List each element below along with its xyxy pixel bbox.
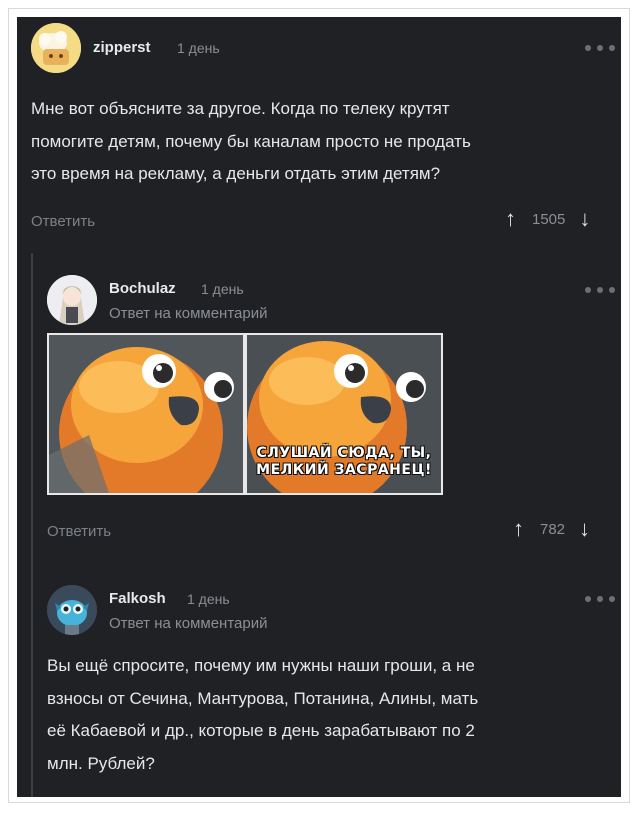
- comment-line: её Кабаевой и др., которые в день зараба…: [47, 721, 475, 740]
- comment-falkosh: Falkosh 1 день Ответ на комментарий Вы е…: [17, 17, 621, 797]
- more-dots-icon[interactable]: [585, 594, 615, 604]
- avatar[interactable]: [47, 585, 97, 635]
- comment-line: млн. Рублей?: [47, 753, 155, 773]
- timestamp: 1 день: [187, 591, 230, 607]
- comment-line: взносы от Сечина, Мантурова, Потанина, А…: [47, 688, 479, 708]
- comment-line: Вы ещё спросите, почему им нужны наши гр…: [47, 656, 475, 675]
- reply-to-link[interactable]: Ответ на комментарий: [109, 615, 267, 632]
- comments-screen: zipperst 1 день Мне вот объясните за дру…: [17, 17, 621, 797]
- username[interactable]: Falkosh: [109, 590, 166, 607]
- avatar-image: [47, 585, 97, 635]
- comment-text: Вы ещё спросите, почему им нужны наши гр…: [47, 650, 613, 780]
